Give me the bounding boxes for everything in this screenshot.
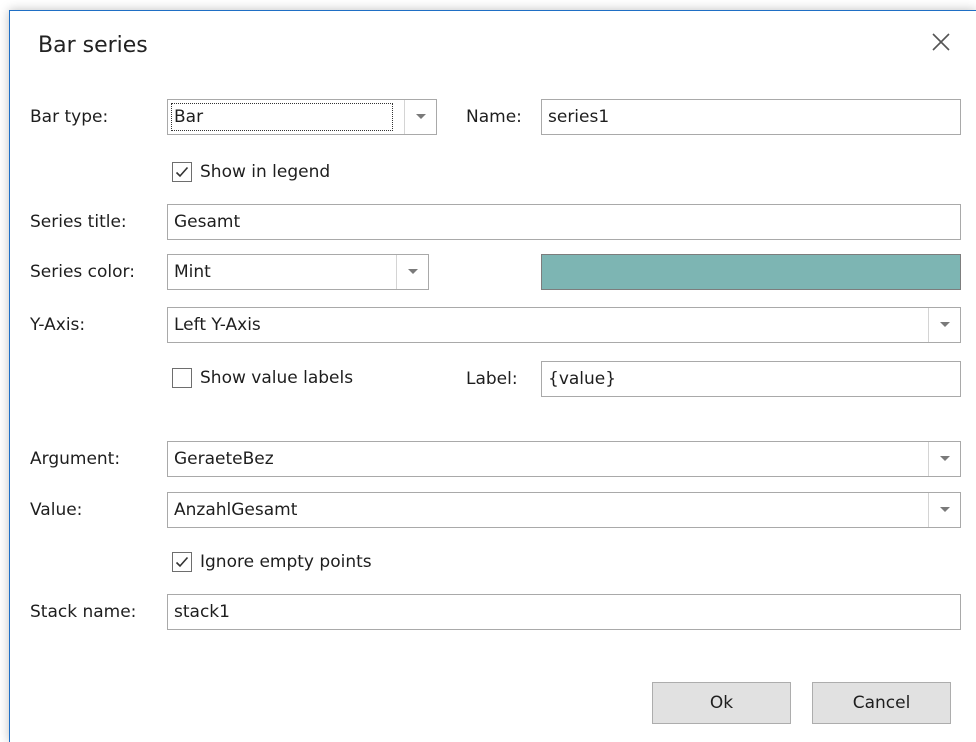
series-color-dropdown-button[interactable] xyxy=(396,255,428,289)
series-color-value: Mint xyxy=(174,262,211,282)
checkmark-icon xyxy=(175,556,189,568)
y-axis-dropdown-button[interactable] xyxy=(928,308,960,342)
series-title-label: Series title: xyxy=(30,212,127,232)
stack-name-input[interactable]: stack1 xyxy=(167,594,961,630)
stack-name-label: Stack name: xyxy=(30,602,137,622)
series-color-combo[interactable]: Mint xyxy=(167,254,429,290)
value-value: AnzahlGesamt xyxy=(174,500,298,520)
value-dropdown-button[interactable] xyxy=(928,493,960,527)
show-value-labels-box[interactable] xyxy=(172,368,192,388)
series-color-swatch[interactable] xyxy=(541,254,961,290)
series-color-label: Series color: xyxy=(30,262,135,282)
ignore-empty-points-checkbox[interactable]: Ignore empty points xyxy=(172,547,372,577)
show-in-legend-checkbox[interactable]: Show in legend xyxy=(172,157,330,187)
dialog-title: Bar series xyxy=(38,33,148,58)
label-label: Label: xyxy=(466,369,518,389)
ignore-empty-points-label: Ignore empty points xyxy=(200,552,372,572)
bar-type-label: Bar type: xyxy=(30,107,109,127)
show-in-legend-box[interactable] xyxy=(172,162,192,182)
y-axis-value: Left Y-Axis xyxy=(174,315,261,335)
y-axis-combo[interactable]: Left Y-Axis xyxy=(167,307,961,343)
bar-type-dropdown-button[interactable] xyxy=(404,100,436,134)
bar-type-combo[interactable]: Bar xyxy=(167,99,437,135)
label-input[interactable]: {value} xyxy=(541,361,961,397)
bar-type-value: Bar xyxy=(171,103,393,131)
show-in-legend-label: Show in legend xyxy=(200,162,331,182)
name-input[interactable]: series1 xyxy=(541,99,961,135)
chevron-down-icon xyxy=(939,456,950,461)
argument-value: GeraeteBez xyxy=(174,449,274,469)
close-icon xyxy=(932,33,950,51)
show-value-labels-checkbox[interactable]: Show value labels xyxy=(172,363,353,393)
series-title-input[interactable]: Gesamt xyxy=(167,204,961,240)
show-value-labels-label: Show value labels xyxy=(200,368,354,388)
argument-label: Argument: xyxy=(30,449,121,469)
checkmark-icon xyxy=(175,166,189,178)
chevron-down-icon xyxy=(415,114,426,119)
bar-series-dialog: Bar series Bar type: Bar Name: series1 S… xyxy=(9,10,976,742)
close-button[interactable] xyxy=(928,29,954,55)
value-label: Value: xyxy=(30,500,83,520)
ignore-empty-points-box[interactable] xyxy=(172,552,192,572)
chevron-down-icon xyxy=(939,322,950,327)
y-axis-label: Y-Axis: xyxy=(30,315,86,335)
chevron-down-icon xyxy=(939,507,950,512)
argument-combo[interactable]: GeraeteBez xyxy=(167,441,961,477)
ok-button[interactable]: Ok xyxy=(652,682,791,724)
name-label: Name: xyxy=(466,107,522,127)
argument-dropdown-button[interactable] xyxy=(928,442,960,476)
chevron-down-icon xyxy=(407,269,418,274)
cancel-button[interactable]: Cancel xyxy=(812,682,951,724)
value-combo[interactable]: AnzahlGesamt xyxy=(167,492,961,528)
